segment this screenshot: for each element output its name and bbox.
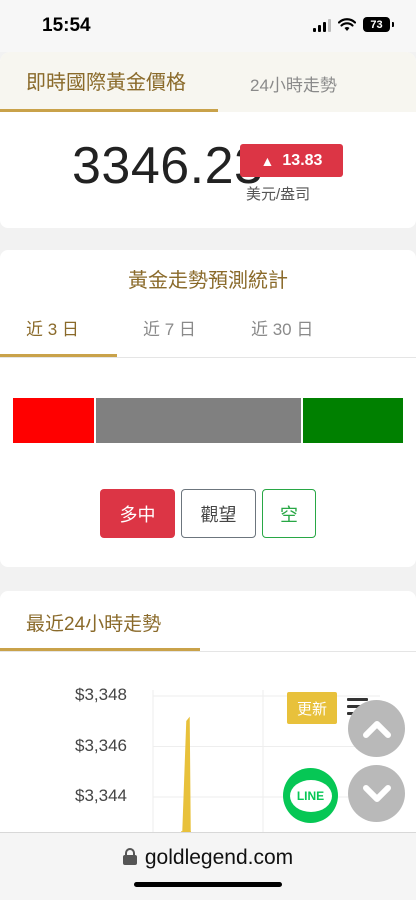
scroll-up-button[interactable] [348, 700, 405, 757]
y-tick-label: $3,348 [75, 685, 127, 704]
forecast-ratio-bar [13, 398, 403, 443]
y-tick-label: $3,346 [75, 736, 127, 755]
gold-price-value: 3346.23 [72, 137, 264, 195]
refresh-button[interactable]: 更新 [287, 692, 337, 724]
short-vote-button[interactable]: 空 [262, 489, 316, 538]
status-bar: 15:54 73 [0, 0, 416, 52]
line-logo-icon: LINE [289, 779, 332, 812]
wifi-icon [338, 17, 356, 31]
browser-address-bar[interactable]: goldlegend.com [0, 832, 416, 900]
neutral-share-segment [96, 398, 301, 443]
status-time: 15:54 [42, 15, 91, 36]
lock-icon [122, 848, 137, 865]
watch-vote-button[interactable]: 觀望 [181, 489, 256, 538]
live-price-card: 即時國際黃金價格 24小時走勢 3346.23 ▲ 13.83 美元/盎司 [0, 52, 416, 228]
price-change-badge: ▲ 13.83 [240, 144, 343, 177]
url-display[interactable]: goldlegend.com [0, 846, 416, 870]
home-indicator[interactable] [134, 882, 282, 887]
forecast-card: 黃金走勢預測統計 近 3 日 近 7 日 近 30 日 多中 觀望 空 [0, 250, 416, 567]
tab-divider [0, 357, 416, 358]
price-unit: 美元/盎司 [246, 186, 311, 203]
tab-30-days[interactable]: 近 30 日 [251, 315, 313, 340]
tab-24h-trend[interactable]: 24小時走勢 [250, 71, 337, 96]
price-series-area [181, 716, 191, 832]
status-icons: 73 [313, 17, 394, 32]
cellular-signal-icon [313, 18, 331, 32]
chevron-up-icon [362, 720, 391, 738]
y-tick-label: $3,344 [75, 786, 127, 805]
bull-vote-button[interactable]: 多中 [100, 489, 175, 538]
up-arrow-icon: ▲ [260, 152, 275, 169]
line-chat-button[interactable]: LINE [283, 768, 338, 823]
price-change-value: 13.83 [282, 151, 323, 169]
battery-icon: 73 [363, 17, 394, 32]
tab-3-days[interactable]: 近 3 日 [26, 315, 79, 340]
trend-title: 最近24小時走勢 [26, 614, 162, 635]
tab-live-gold-price[interactable]: 即時國際黃金價格 [0, 52, 218, 112]
trend-divider [0, 651, 416, 652]
bull-share-segment [13, 398, 94, 443]
price-tabs: 即時國際黃金價格 24小時走勢 [0, 52, 416, 112]
forecast-title: 黃金走勢預測統計 [128, 270, 288, 292]
tab-7-days[interactable]: 近 7 日 [143, 315, 196, 340]
chevron-down-icon [362, 784, 391, 802]
trend-chart [152, 690, 380, 832]
url-text: goldlegend.com [144, 846, 294, 869]
short-share-segment [303, 398, 403, 443]
scroll-down-button[interactable] [348, 765, 405, 822]
